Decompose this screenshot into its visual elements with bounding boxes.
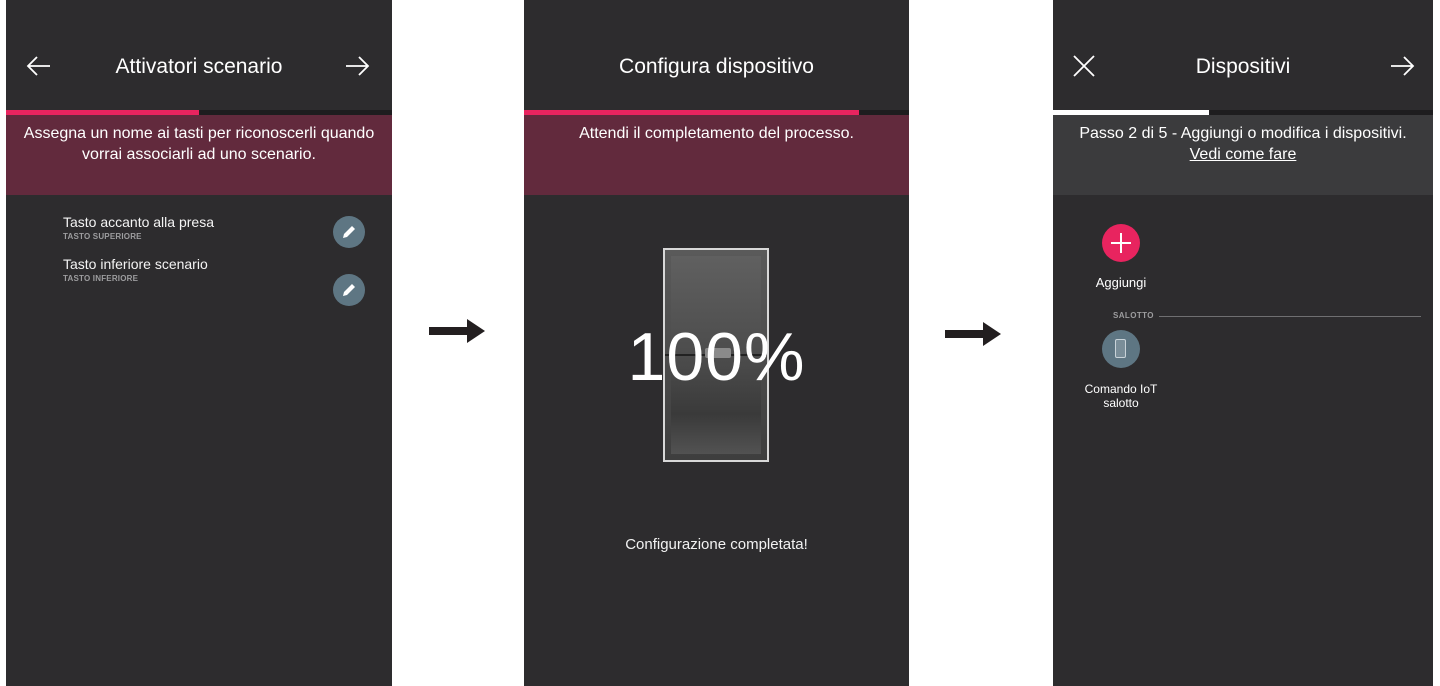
arrow-right-icon[interactable] (344, 53, 370, 79)
add-device-label: Aggiungi (1095, 275, 1147, 290)
help-link[interactable]: Vedi come fare (1063, 144, 1423, 165)
device-label-line1: Comando IoT (1084, 382, 1158, 396)
edit-button[interactable] (333, 274, 365, 306)
arrow-right-icon[interactable] (1389, 53, 1415, 79)
header: Configura dispositivo (524, 0, 909, 110)
add-device-button[interactable] (1102, 224, 1140, 262)
progress-percent: 100% (627, 319, 806, 395)
pencil-icon (343, 284, 355, 296)
item-subtitle: TASTO INFERIORE (63, 274, 139, 283)
divider (1159, 316, 1421, 317)
banner-text: Assegna un nome ai tasti per riconoscerl… (23, 125, 375, 163)
page-title: Dispositivi (1195, 55, 1291, 78)
device-button[interactable] (1102, 330, 1140, 368)
screen-dispositivi: Dispositivi Passo 2 di 5 - Aggiungi o mo… (1053, 0, 1433, 686)
screen-configura-dispositivo: Configura dispositivo Attendi il complet… (524, 0, 909, 686)
info-banner: Passo 2 di 5 - Aggiungi o modifica i dis… (1053, 115, 1433, 195)
edit-button[interactable] (333, 216, 365, 248)
item-subtitle: TASTO SUPERIORE (63, 232, 142, 241)
header: Attivatori scenario (6, 0, 392, 110)
info-banner: Assegna un nome ai tasti per riconoscerl… (6, 115, 392, 195)
list-item: Tasto inferiore scenario TASTO INFERIORE (63, 256, 208, 283)
page-title: Configura dispositivo (619, 55, 814, 78)
item-name: Tasto inferiore scenario (63, 256, 208, 272)
status-text: Configurazione completata! (625, 536, 808, 553)
header: Dispositivi (1053, 0, 1433, 110)
device-label: Comando IoT salotto (1073, 382, 1169, 410)
page-title: Attivatori scenario (115, 55, 283, 78)
flow-arrow-icon (945, 321, 1001, 347)
banner-text: Attendi il completamento del processo. (579, 125, 854, 142)
flow-arrow-icon (429, 318, 485, 344)
device-label-line2: salotto (1103, 396, 1139, 410)
screen-attivatori-scenario: Attivatori scenario Assegna un nome ai t… (6, 0, 392, 686)
info-banner: Attendi il completamento del processo. (524, 115, 909, 195)
banner-text: Passo 2 di 5 - Aggiungi o modifica i dis… (1079, 125, 1407, 142)
switch-icon (1115, 339, 1126, 358)
pencil-icon (343, 226, 355, 238)
section-title: SALOTTO (1113, 311, 1154, 320)
list-item: Tasto accanto alla presa TASTO SUPERIORE (63, 214, 214, 241)
item-name: Tasto accanto alla presa (63, 214, 214, 230)
plus-icon (1111, 233, 1131, 253)
